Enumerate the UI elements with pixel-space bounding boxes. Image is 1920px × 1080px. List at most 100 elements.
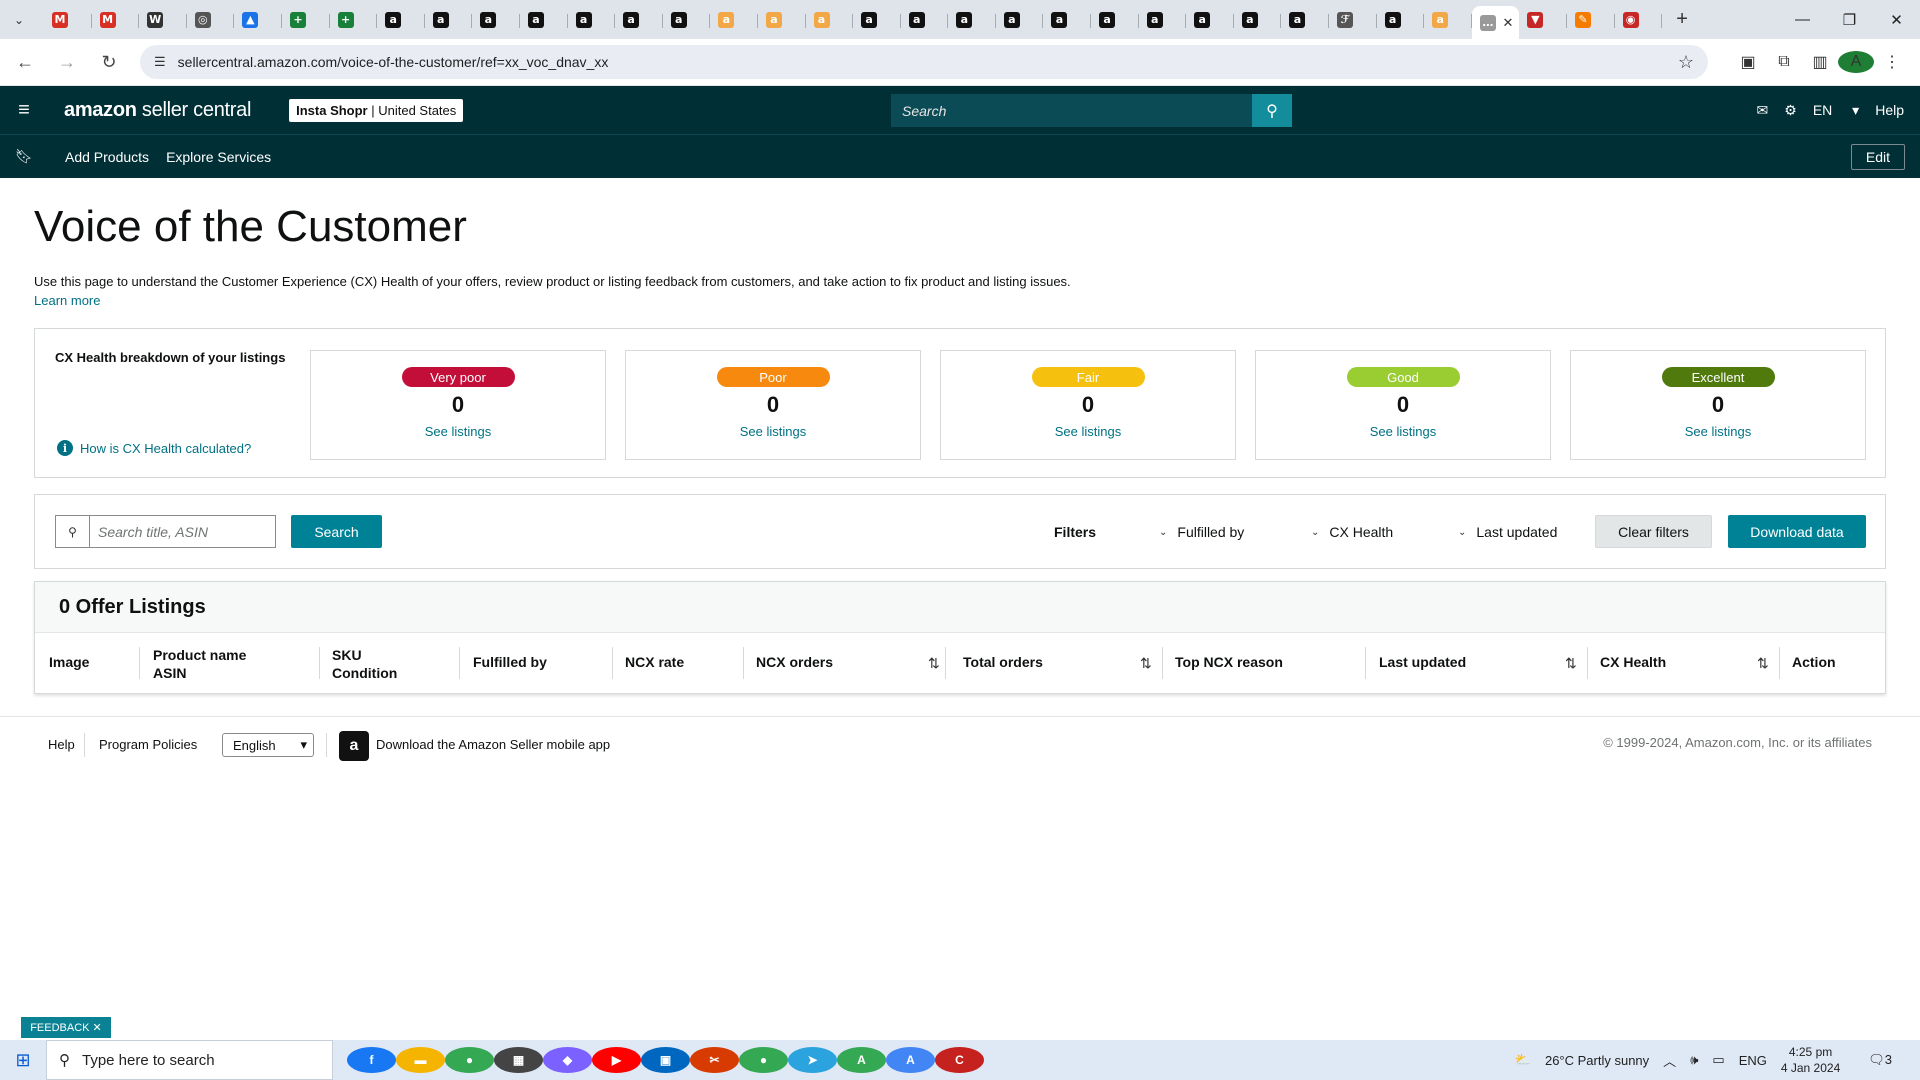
browser-tab[interactable]: a: [425, 5, 473, 35]
forward-icon[interactable]: →: [52, 47, 82, 77]
browser-tab[interactable]: +: [282, 5, 330, 35]
footer-help-link[interactable]: Help: [48, 737, 75, 752]
weather-icon[interactable]: ⛅: [1515, 1052, 1531, 1068]
see-listings-link[interactable]: See listings: [425, 424, 491, 439]
browser-tab[interactable]: a: [472, 5, 520, 35]
help-link[interactable]: Help: [1875, 102, 1904, 118]
see-listings-link[interactable]: See listings: [1685, 424, 1751, 439]
taskbar-app[interactable]: ▣: [641, 1047, 690, 1073]
search-button[interactable]: Search: [291, 515, 382, 548]
side-panel-icon[interactable]: ▥: [1802, 52, 1838, 72]
browser-tab[interactable]: ▲: [234, 5, 282, 35]
browser-tab[interactable]: a: [1043, 5, 1092, 35]
tray-overflow-icon[interactable]: ︿: [1663, 1051, 1676, 1070]
seller-app-icon[interactable]: a: [339, 731, 369, 761]
taskbar-app[interactable]: ●: [739, 1047, 788, 1073]
see-listings-link[interactable]: See listings: [1055, 424, 1121, 439]
edit-nav-button[interactable]: Edit: [1850, 144, 1905, 170]
input-language[interactable]: ENG: [1739, 1053, 1767, 1068]
omnibox[interactable]: ☰ sellercentral.amazon.com/voice-of-the-…: [140, 45, 1708, 79]
new-tab-icon[interactable]: +: [1676, 8, 1688, 31]
extension-off-icon[interactable]: ▣: [1730, 52, 1766, 72]
weather-text[interactable]: 26°C Partly sunny: [1545, 1053, 1649, 1068]
listing-search-input[interactable]: ⚲ Search title, ASIN: [55, 515, 276, 548]
taskbar-search[interactable]: ⚲ Type here to search: [46, 1040, 333, 1080]
browser-tab[interactable]: a: [615, 5, 663, 35]
browser-tab[interactable]: ✎: [1567, 5, 1615, 35]
column-header[interactable]: CX Health: [1600, 653, 1666, 671]
sort-icon[interactable]: ⇅: [1757, 655, 1769, 672]
sort-icon[interactable]: ⇅: [928, 655, 940, 672]
browser-tab[interactable]: a: [1139, 5, 1187, 35]
browser-tab[interactable]: a: [996, 5, 1044, 35]
merchant-selector[interactable]: Insta Shopr | United States: [289, 98, 464, 122]
minimize-icon[interactable]: —: [1779, 0, 1826, 39]
browser-tab[interactable]: M: [44, 5, 92, 35]
taskbar-app[interactable]: ▬: [396, 1047, 445, 1073]
see-listings-link[interactable]: See listings: [740, 424, 806, 439]
column-header[interactable]: Last updated: [1379, 653, 1466, 671]
gear-icon[interactable]: ⚙: [1784, 102, 1797, 119]
browser-tab[interactable]: a: [1091, 5, 1139, 35]
network-icon[interactable]: ▭: [1712, 1052, 1724, 1068]
sort-icon[interactable]: ⇅: [1565, 655, 1577, 672]
volume-icon[interactable]: 🕪︎: [1690, 1052, 1698, 1068]
browser-tab[interactable]: a: [1281, 5, 1330, 35]
feedback-button[interactable]: FEEDBACK ✕: [21, 1017, 111, 1038]
nav-explore-services[interactable]: Explore Services: [166, 149, 271, 165]
tab-search-icon[interactable]: ⌄: [8, 9, 30, 31]
browser-tab[interactable]: a: [663, 5, 711, 35]
bookmark-star-icon[interactable]: ☆: [1678, 52, 1694, 73]
header-search-button[interactable]: ⚲: [1252, 94, 1292, 127]
chrome-menu-icon[interactable]: ⋮: [1874, 52, 1910, 72]
language-selector[interactable]: EN ▾: [1813, 102, 1859, 119]
footer-program-policies-link[interactable]: Program Policies: [99, 737, 197, 752]
learn-more-link[interactable]: Learn more: [34, 293, 100, 308]
site-info-icon[interactable]: ☰: [154, 54, 166, 70]
hamburger-menu-icon[interactable]: ≡: [0, 99, 48, 122]
taskbar-app[interactable]: ▶: [592, 1047, 641, 1073]
taskbar-app[interactable]: ▦: [494, 1047, 543, 1073]
browser-tab[interactable]: ◎: [187, 5, 235, 35]
browser-tab[interactable]: a: [853, 5, 901, 35]
taskbar-app[interactable]: A: [886, 1047, 935, 1073]
mail-icon[interactable]: ✉: [1757, 102, 1769, 119]
browser-tab[interactable]: a: [710, 5, 758, 35]
header-search-input[interactable]: Search: [891, 94, 1252, 127]
browser-tab[interactable]: ℱ: [1329, 5, 1377, 35]
windows-start-icon[interactable]: ⊞: [0, 1050, 46, 1071]
browser-tab[interactable]: a: [901, 5, 949, 35]
footer-language-select[interactable]: English ▾: [222, 733, 314, 757]
browser-tab[interactable]: a: [1186, 5, 1234, 35]
browser-tab[interactable]: M: [92, 5, 140, 35]
restore-icon[interactable]: ❐: [1826, 0, 1873, 39]
clock[interactable]: 4:25 pm 4 Jan 2024: [1781, 1044, 1854, 1076]
cx-health-info-link[interactable]: i How is CX Health calculated?: [57, 440, 251, 456]
browser-tab[interactable]: a: [1234, 5, 1282, 35]
browser-tab[interactable]: a: [568, 5, 616, 35]
taskbar-app[interactable]: C: [935, 1047, 984, 1073]
last-updated-dropdown[interactable]: ⌄ Last updated: [1458, 524, 1557, 540]
column-header[interactable]: NCX orders: [756, 653, 833, 671]
taskbar-app[interactable]: f: [347, 1047, 396, 1073]
reload-icon[interactable]: ↻: [94, 47, 124, 77]
fulfilled-by-dropdown[interactable]: ⌄ Fulfilled by: [1159, 524, 1244, 540]
nav-add-products[interactable]: Add Products: [65, 149, 149, 165]
notifications-icon[interactable]: 🗨︎3: [1868, 1052, 1906, 1068]
bookmark-icon[interactable]: 🔖︎: [0, 148, 48, 165]
browser-tab[interactable]: a: [377, 5, 425, 35]
browser-tab[interactable]: +: [330, 5, 378, 35]
profile-avatar[interactable]: A: [1838, 51, 1874, 73]
column-header[interactable]: Total orders: [963, 653, 1043, 671]
seller-central-logo[interactable]: amazon seller central: [64, 99, 251, 122]
browser-tab[interactable]: ▼: [1519, 5, 1567, 35]
browser-tab[interactable]: a: [806, 5, 854, 35]
cx-health-dropdown[interactable]: ⌄ CX Health: [1311, 524, 1393, 540]
taskbar-app[interactable]: ➤: [788, 1047, 837, 1073]
back-icon[interactable]: ←: [10, 47, 40, 77]
browser-tab[interactable]: … ✕: [1471, 6, 1520, 39]
taskbar-app[interactable]: A: [837, 1047, 886, 1073]
download-data-button[interactable]: Download data: [1728, 515, 1866, 548]
extensions-puzzle-icon[interactable]: ⧉: [1766, 53, 1802, 71]
sort-icon[interactable]: ⇅: [1140, 655, 1152, 672]
